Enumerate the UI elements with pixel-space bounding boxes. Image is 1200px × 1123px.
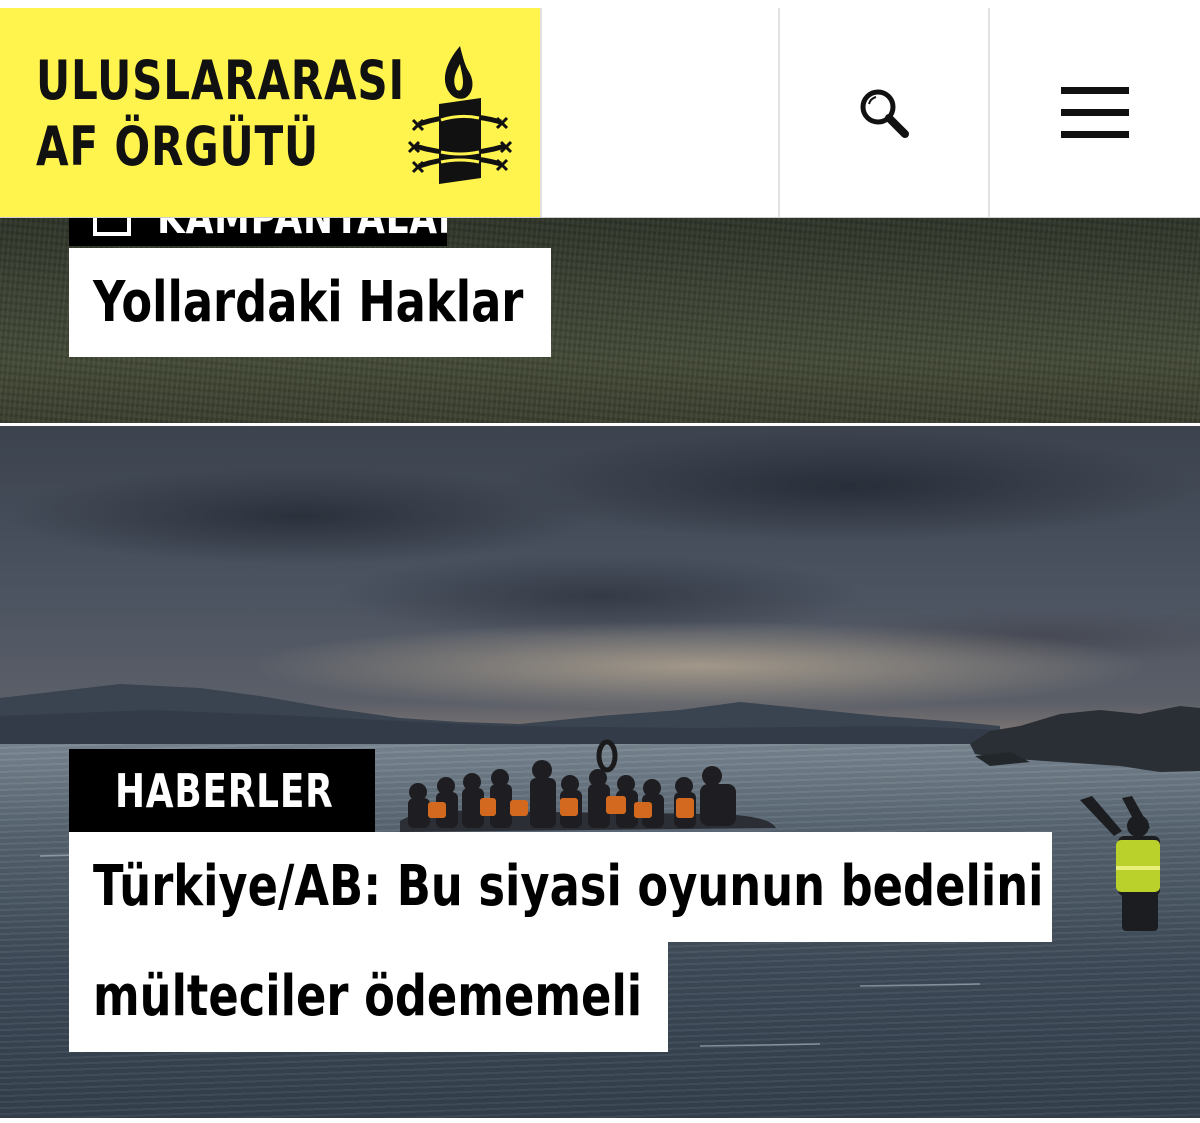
menu-button[interactable]	[988, 8, 1200, 218]
article-title-line1[interactable]: Türkiye/AB: Bu siyasi oyunun bedelini	[93, 854, 1043, 919]
top-strip	[0, 0, 1200, 8]
category-label: KAMPANYALAR	[157, 218, 447, 244]
candle-barbed-wire-icon	[407, 46, 513, 184]
header-spacer	[540, 8, 778, 218]
logo-wordmark: ULUSLARARASI AF ÖRGÜTÜ	[36, 48, 405, 180]
category-label: HABERLER	[115, 763, 334, 818]
article-title-box-line1[interactable]: Türkiye/AB: Bu siyasi oyunun bedelini	[69, 832, 1052, 942]
article-title[interactable]: Yollardaki Haklar	[93, 270, 523, 335]
article-title-box[interactable]: Yollardaki Haklar	[69, 248, 551, 357]
logo-line1: ULUSLARARASI	[36, 49, 405, 112]
article-title-line2[interactable]: mülteciler ödememeli	[93, 964, 642, 1029]
campaign-icon	[93, 218, 131, 236]
header-border	[0, 217, 1200, 218]
category-tag-news[interactable]: HABERLER	[69, 749, 375, 832]
hamburger-menu-icon	[1061, 87, 1130, 138]
search-icon	[860, 89, 910, 138]
logo-line2: AF ÖRGÜTÜ	[36, 115, 320, 178]
logo-link[interactable]: ULUSLARARASI AF ÖRGÜTÜ	[0, 8, 541, 218]
category-tag-campaigns[interactable]: KAMPANYALAR	[69, 218, 447, 246]
site-header: ULUSLARARASI AF ÖRGÜTÜ	[0, 8, 1200, 218]
article-title-box-line2[interactable]: mülteciler ödememeli	[69, 942, 668, 1052]
bottom-border	[0, 1118, 1200, 1123]
search-button[interactable]	[777, 8, 989, 218]
